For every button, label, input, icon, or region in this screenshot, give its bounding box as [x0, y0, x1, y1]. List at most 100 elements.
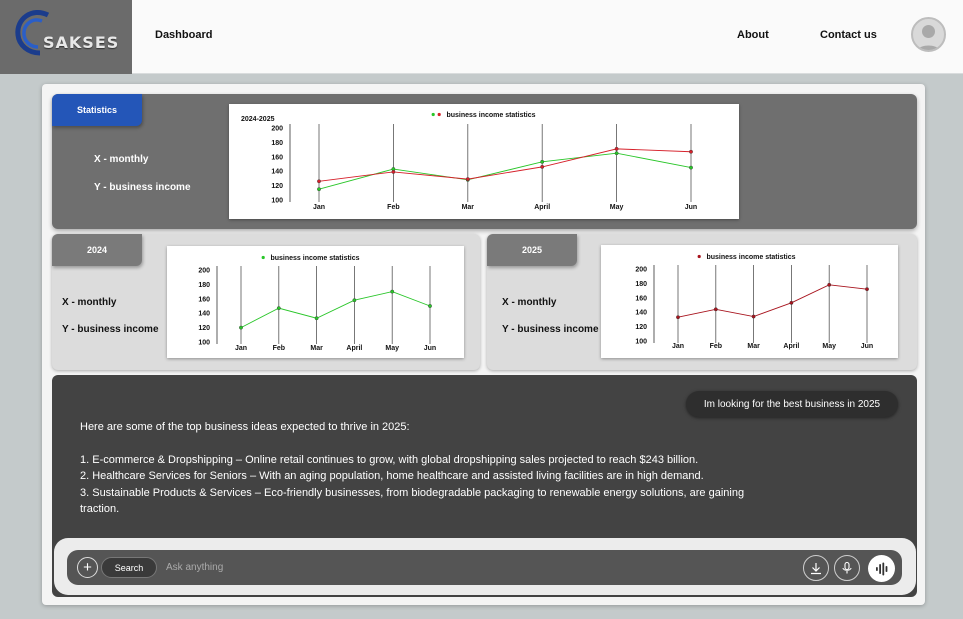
y-tick-label: 140 — [271, 169, 283, 176]
y-tick-label: 160 — [635, 295, 647, 302]
data-point — [865, 287, 869, 292]
ask-input[interactable] — [166, 557, 786, 578]
x-tick-label: April — [346, 345, 362, 352]
data-point — [314, 316, 319, 321]
data-point — [689, 149, 693, 154]
x-axis-legend: X - monthly — [94, 154, 149, 165]
legend-marker — [437, 112, 441, 117]
chart-card-2024: business income statistics 100 120 140 160 18… — [167, 246, 464, 358]
legend-marker — [261, 255, 265, 260]
x-tick-label: Jun — [424, 345, 436, 352]
x-tick-label: Mar — [747, 343, 760, 350]
y-axis-legend: Y - business income — [62, 324, 159, 335]
y-axis-legend: Y - business income — [502, 324, 599, 335]
y-tick-label: 100 — [198, 340, 210, 347]
tab-2024[interactable]: 2024 — [52, 234, 142, 266]
data-point — [317, 179, 321, 184]
x-tick-label: Jan — [235, 345, 247, 352]
y-tick-label: 180 — [198, 282, 210, 289]
line-chart-2024: business income statistics 100 120 140 160 18… — [198, 255, 436, 352]
x-tick-label: May — [610, 204, 624, 211]
data-point — [676, 315, 680, 320]
data-point — [428, 304, 432, 308]
line-chart-2025: business income statistics 100 120 140 160 18… — [635, 254, 873, 350]
y-tick-label: 120 — [635, 324, 647, 331]
data-point — [689, 165, 693, 170]
x-tick-label: Mar — [462, 204, 475, 211]
answer-item: 3. Sustainable Products & Services – Eco… — [80, 486, 745, 516]
search-button[interactable]: Search — [101, 557, 157, 578]
y-tick-label: 200 — [198, 268, 210, 275]
nav-dashboard[interactable]: Dashboard — [155, 29, 212, 41]
answer-item: 2. Healthcare Services for Seniors – Wit… — [80, 470, 704, 482]
x-axis-legend: X - monthly — [502, 297, 557, 308]
y-tick-label: 200 — [271, 126, 283, 133]
chart-corner-label: 2024-2025 — [241, 116, 275, 123]
y-tick-label: 140 — [198, 311, 210, 318]
series-line — [240, 291, 431, 329]
x-axis-legend: X - monthly — [62, 297, 117, 308]
x-tick-label: Jun — [861, 343, 873, 350]
data-point — [827, 282, 832, 287]
microphone-button[interactable] — [834, 555, 860, 581]
y-tick-label: 100 — [635, 339, 647, 346]
y-tick-label: 180 — [271, 140, 283, 147]
line-chart-combined: business income statistics 2024-2025 100 12… — [241, 112, 697, 211]
download-button[interactable] — [803, 555, 829, 581]
y-tick-label: 160 — [198, 296, 210, 303]
data-point — [352, 298, 357, 303]
download-icon — [811, 563, 821, 575]
data-point — [391, 170, 396, 174]
x-tick-label: Feb — [710, 343, 722, 350]
chart-title: business income statistics — [706, 254, 795, 261]
y-tick-label: 180 — [635, 281, 647, 288]
legend-marker — [697, 254, 701, 259]
x-tick-label: Jun — [685, 204, 697, 211]
add-attachment-button[interactable]: + — [77, 557, 98, 578]
x-tick-label: Jan — [313, 204, 325, 211]
data-point — [317, 187, 321, 192]
voice-mode-button[interactable] — [868, 555, 895, 582]
user-avatar-icon — [917, 25, 940, 50]
x-tick-label: Feb — [387, 204, 399, 211]
assistant-answer: Here are some of the top business ideas … — [80, 419, 780, 518]
y-tick-label: 140 — [635, 310, 647, 317]
x-tick-label: April — [783, 343, 799, 350]
chart-card-2025: business income statistics 100 120 140 160 18… — [601, 245, 898, 358]
microphone-icon — [842, 561, 852, 574]
top-header: SAKSES Dashboard About Contact us — [0, 0, 963, 74]
chart-title: business income statistics — [270, 255, 359, 262]
x-tick-label: May — [385, 345, 399, 352]
y-tick-label: 100 — [271, 198, 283, 205]
tab-statistics[interactable]: Statistics — [52, 94, 142, 126]
data-point — [614, 151, 619, 156]
data-point — [713, 307, 718, 312]
chart-title: business income statistics — [446, 112, 535, 119]
legend-marker — [431, 112, 435, 117]
data-point — [540, 159, 545, 164]
x-tick-label: May — [822, 343, 836, 350]
data-point — [540, 164, 545, 169]
y-tick-label: 200 — [635, 267, 647, 274]
x-tick-label: Jan — [672, 343, 684, 350]
tab-2025[interactable]: 2025 — [487, 234, 577, 266]
y-axis-legend: Y - business income — [94, 182, 191, 193]
data-point — [789, 300, 794, 305]
logo[interactable]: SAKSES — [0, 0, 132, 74]
sound-wave-icon — [875, 562, 887, 575]
x-tick-label: Feb — [273, 345, 285, 352]
data-point — [614, 146, 619, 151]
nav-about[interactable]: About — [737, 29, 769, 41]
avatar[interactable] — [911, 17, 946, 52]
data-point — [239, 325, 243, 330]
nav-contact-us[interactable]: Contact us — [820, 29, 877, 41]
series-line — [677, 284, 868, 318]
data-point — [465, 177, 470, 182]
answer-item: 1. E-commerce & Dropshipping – Online re… — [80, 453, 699, 466]
logo-text: SAKSES — [43, 33, 120, 52]
data-point — [390, 289, 395, 294]
series-line — [318, 148, 692, 182]
user-message-bubble: Im looking for the best business in 2025 — [686, 391, 898, 417]
y-tick-label: 160 — [271, 154, 283, 161]
x-tick-label: April — [534, 204, 550, 211]
